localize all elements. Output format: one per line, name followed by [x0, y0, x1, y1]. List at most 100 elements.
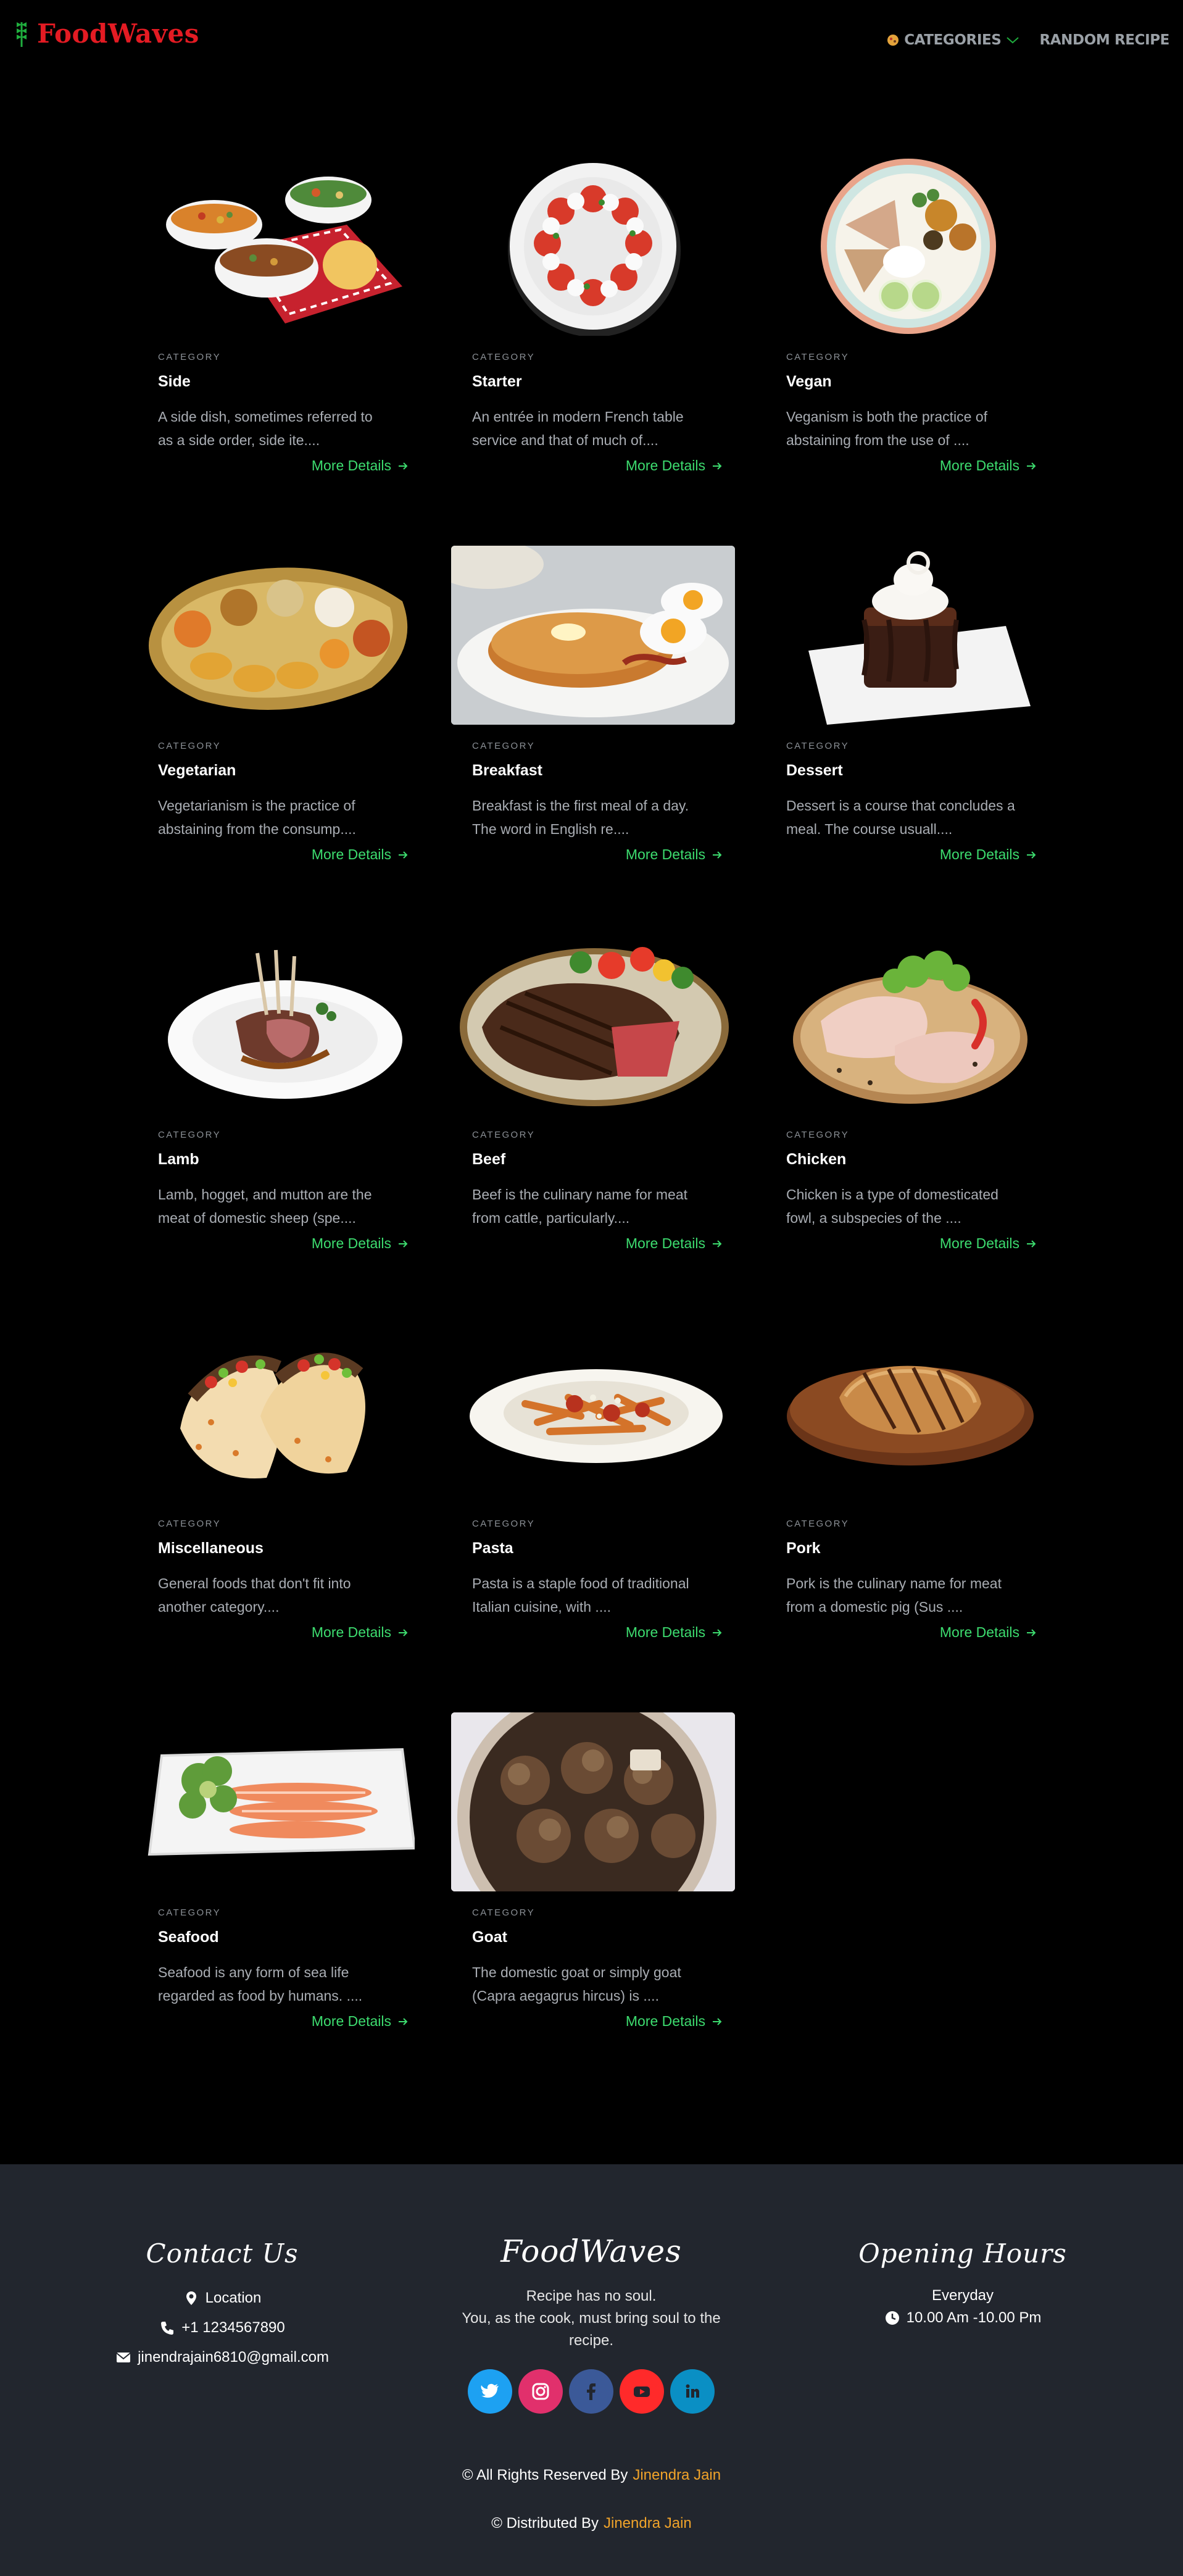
more-details-link[interactable]: More Details [940, 1624, 1037, 1641]
arrow-right-icon [399, 462, 408, 470]
category-card[interactable]: CATEGORY Side A side dish, sometimes ref… [137, 157, 421, 502]
arrow-right-icon [399, 2017, 408, 2025]
category-label: CATEGORY [158, 741, 221, 751]
category-image [137, 1712, 421, 1891]
card-description: Pork is the culinary name for meat from a… [786, 1575, 1002, 1615]
logo-text: FoodWaves [37, 19, 199, 49]
category-label: CATEGORY [158, 1519, 221, 1529]
card-title: Seafood [158, 1928, 219, 1946]
card-title: Chicken [786, 1151, 847, 1168]
category-card[interactable]: CATEGORY Goat The domestic goat or simpl… [451, 1712, 735, 2058]
category-image [765, 546, 1049, 725]
more-details-link[interactable]: More Details [626, 457, 723, 474]
card-description: Seafood is any form of sea life regarded … [158, 1964, 363, 2004]
arrow-right-icon [713, 462, 722, 470]
card-description: Beef is the culinary name for meat from c… [472, 1186, 687, 1226]
category-image [451, 546, 735, 725]
card-title: Breakfast [472, 762, 542, 779]
category-card[interactable]: CATEGORY Chicken Chicken is a type of do… [765, 935, 1049, 1280]
instagram-button[interactable] [518, 2369, 563, 2414]
site-header: FoodWaves CATEGORIES RANDOM RECIPE [0, 0, 1183, 74]
more-details-link[interactable]: More Details [312, 457, 409, 474]
more-details-link[interactable]: More Details [940, 457, 1037, 474]
chevron-down-icon [1007, 37, 1019, 44]
category-card[interactable]: CATEGORY Beef Beef is the culinary name … [451, 935, 735, 1280]
card-description: Vegetarianism is the practice of abstaini… [158, 798, 356, 837]
category-label: CATEGORY [472, 741, 535, 751]
category-image [765, 157, 1049, 336]
category-label: CATEGORY [472, 1907, 535, 1918]
more-details-link[interactable]: More Details [312, 1624, 409, 1641]
distributor-link[interactable]: Jinendra Jain [604, 2515, 692, 2532]
categories-dropdown[interactable]: CATEGORIES [887, 32, 1019, 48]
category-card[interactable]: CATEGORY Miscellaneous General foods tha… [137, 1323, 421, 1669]
card-description: The domestic goat or simply goat (Capra a… [472, 1964, 681, 2004]
contact-phone[interactable]: +1 1234567890 [99, 2319, 346, 2336]
category-label: CATEGORY [786, 1519, 849, 1529]
more-details-link[interactable]: More Details [626, 846, 723, 863]
more-details-link[interactable]: More Details [940, 846, 1037, 863]
logo[interactable]: FoodWaves [15, 19, 199, 49]
clock-icon [885, 2311, 899, 2325]
arrow-right-icon [1027, 462, 1036, 470]
instagram-icon [532, 2383, 549, 2400]
category-label: CATEGORY [472, 352, 535, 362]
contact-email[interactable]: jinendrajain6810@gmail.com [99, 2349, 346, 2366]
category-card[interactable]: CATEGORY Pasta Pasta is a staple food of… [451, 1323, 735, 1669]
top-nav: CATEGORIES RANDOM RECIPE [887, 32, 1169, 48]
twitter-icon [481, 2383, 499, 2398]
card-title: Pork [786, 1540, 821, 1557]
category-card[interactable]: CATEGORY Dessert Dessert is a course tha… [765, 546, 1049, 891]
wheat-icon [17, 22, 27, 47]
contact-heading: Contact Us [146, 2238, 299, 2269]
envelope-icon [116, 2353, 131, 2362]
arrow-right-icon [399, 1240, 408, 1248]
card-description: Veganism is both the practice of abstaini… [786, 409, 988, 448]
card-title: Side [158, 373, 191, 390]
categories-label: CATEGORIES [904, 32, 1002, 48]
location-pin-icon [186, 2291, 196, 2305]
category-label: CATEGORY [472, 1130, 535, 1140]
author-link[interactable]: Jinendra Jain [633, 2467, 721, 2483]
category-card[interactable]: CATEGORY Seafood Seafood is any form of … [137, 1712, 421, 2058]
hours-heading: Opening Hours [858, 2238, 1067, 2269]
card-title: Vegan [786, 373, 832, 390]
more-details-link[interactable]: More Details [626, 2013, 723, 2030]
card-title: Dessert [786, 762, 843, 779]
card-description: A side dish, sometimes referred to as a s… [158, 409, 373, 448]
twitter-button[interactable] [468, 2369, 512, 2414]
random-recipe-link[interactable]: RANDOM RECIPE [1039, 32, 1169, 48]
more-details-link[interactable]: More Details [940, 1235, 1037, 1252]
category-image [451, 1323, 735, 1503]
contact-location[interactable]: Location [99, 2290, 346, 2307]
arrow-right-icon [713, 1240, 722, 1248]
brand-section: FoodWaves Recipe has no soul. You, as th… [437, 2233, 745, 2414]
more-details-link[interactable]: More Details [312, 2013, 409, 2030]
phone-icon [161, 2322, 174, 2335]
youtube-button[interactable] [620, 2369, 664, 2414]
category-card[interactable]: CATEGORY Breakfast Breakfast is the firs… [451, 546, 735, 891]
linkedin-icon [686, 2384, 699, 2398]
footer-brand-name: FoodWaves [500, 2233, 682, 2269]
card-description: Breakfast is the first meal of a day. The… [472, 798, 689, 837]
category-label: CATEGORY [472, 1519, 535, 1529]
category-card[interactable]: CATEGORY Lamb Lamb, hogget, and mutton a… [137, 935, 421, 1280]
card-title: Miscellaneous [158, 1540, 264, 1557]
category-image [765, 1323, 1049, 1503]
random-recipe-label: RANDOM RECIPE [1039, 32, 1169, 48]
more-details-link[interactable]: More Details [626, 1235, 723, 1252]
more-details-link[interactable]: More Details [312, 846, 409, 863]
category-card[interactable]: CATEGORY Vegan Veganism is both the prac… [765, 157, 1049, 502]
hours-days: Everyday [931, 2287, 994, 2304]
more-details-link[interactable]: More Details [626, 1624, 723, 1641]
category-card[interactable]: CATEGORY Vegetarian Vegetarianism is the… [137, 546, 421, 891]
more-details-link[interactable]: More Details [312, 1235, 409, 1252]
copyright-line: © All Rights Reserved By Jinendra Jain [462, 2467, 721, 2483]
category-label: CATEGORY [786, 352, 849, 362]
facebook-button[interactable] [569, 2369, 613, 2414]
category-card[interactable]: CATEGORY Pork Pork is the culinary name … [765, 1323, 1049, 1669]
social-links [437, 2369, 745, 2414]
category-card[interactable]: CATEGORY Starter An entrée in modern Fre… [451, 157, 735, 502]
card-description: Dessert is a course that concludes a meal… [786, 798, 1015, 837]
linkedin-button[interactable] [670, 2369, 715, 2414]
